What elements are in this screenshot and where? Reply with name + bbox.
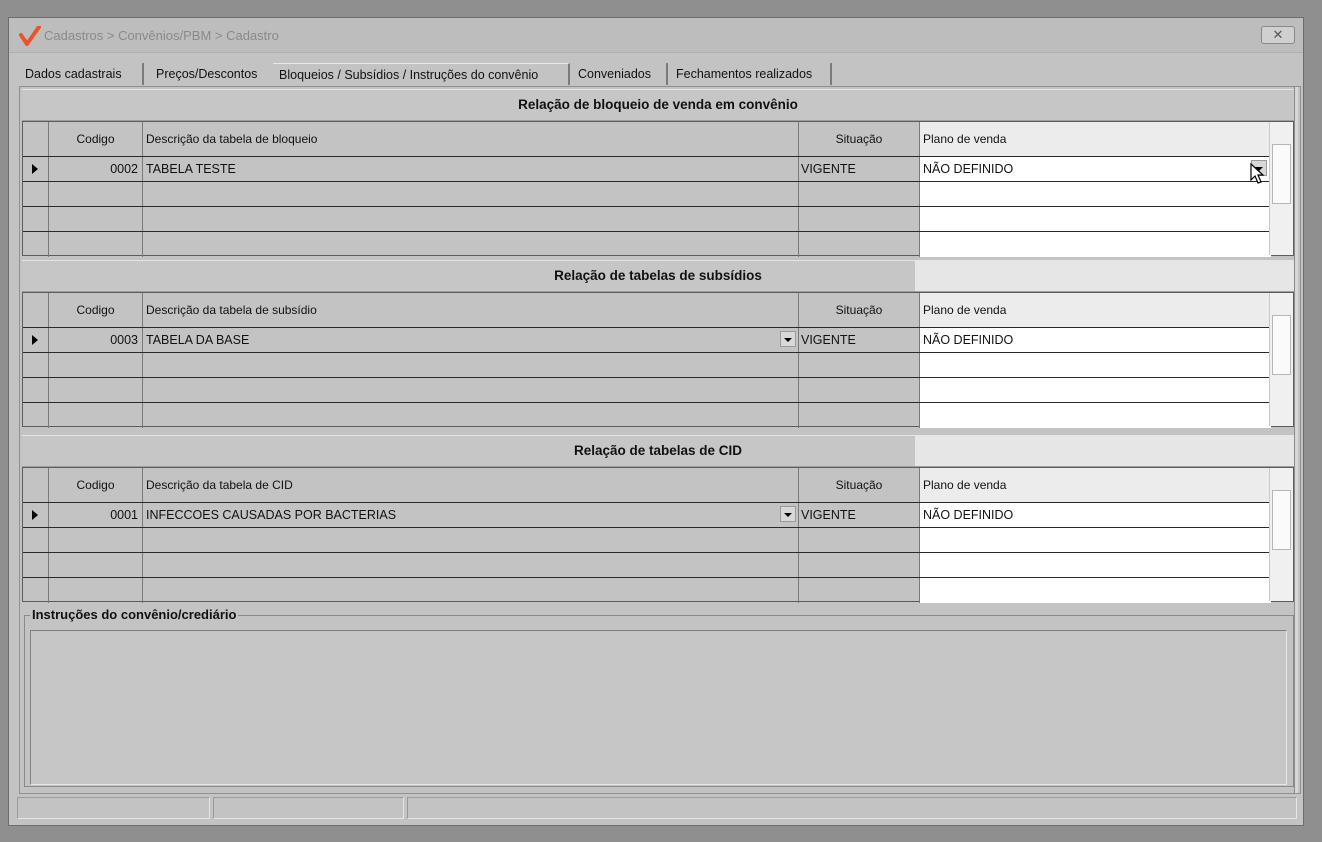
cell-plano[interactable]: NÃO DEFINIDO [920, 157, 1271, 181]
current-row-arrow-icon [32, 335, 38, 345]
row-indicator [23, 503, 49, 527]
title-bar: Cadastros > Convênios/PBM > Cadastro ✕ [9, 18, 1303, 53]
col-codigo[interactable]: Codigo [49, 293, 143, 327]
page-border [1294, 87, 1298, 793]
grid-header: Codigo Descrição da tabela de subsídio S… [23, 293, 1271, 328]
scrollbar-thumb[interactable] [1272, 490, 1291, 550]
grid-subsidios[interactable]: Codigo Descrição da tabela de subsídio S… [22, 292, 1294, 428]
table-row-empty[interactable] [23, 232, 1271, 257]
status-pane-3 [407, 797, 1297, 819]
table-row-empty[interactable] [23, 378, 1271, 403]
section-title-cid: Relação de tabelas de CID [22, 435, 1294, 467]
instructions-label: Instruções do convênio/crediário [30, 607, 239, 622]
cell-plano[interactable]: NÃO DEFINIDO [920, 503, 1271, 527]
app-logo-icon [19, 26, 41, 46]
table-row-empty[interactable] [23, 528, 1271, 553]
window-title: Cadastros > Convênios/PBM > Cadastro [44, 28, 279, 43]
tab-precos-descontos[interactable]: Preços/Descontos [150, 63, 273, 85]
grid-header: Codigo Descrição da tabela de CID Situaç… [23, 468, 1271, 503]
cell-codigo[interactable]: 0002 [49, 157, 143, 181]
grid-bloqueio[interactable]: Codigo Descrição da tabela de bloqueio S… [22, 121, 1294, 257]
col-descricao[interactable]: Descrição da tabela de subsídio [143, 293, 799, 327]
current-row-arrow-icon [32, 164, 38, 174]
grid-scrollbar[interactable] [1269, 468, 1293, 601]
table-row-empty[interactable] [23, 403, 1271, 428]
cell-situacao[interactable]: VIGENTE [799, 328, 920, 352]
scrollbar-thumb[interactable] [1272, 315, 1291, 375]
row-indicator [23, 328, 49, 352]
instructions-textarea[interactable] [30, 630, 1287, 785]
col-plano[interactable]: Plano de venda [920, 293, 1271, 327]
cell-descricao-value: INFECCOES CAUSADAS POR BACTERIAS [146, 508, 397, 522]
table-row[interactable]: 0002 TABELA TESTE VIGENTE NÃO DEFINIDO [23, 157, 1271, 182]
cell-descricao-value: TABELA DA BASE [146, 333, 250, 347]
cell-codigo[interactable]: 0003 [49, 328, 143, 352]
tab-dados-cadastrais[interactable]: Dados cadastrais [19, 63, 144, 85]
section-title-bloqueio: Relação de bloqueio de venda em convênio [22, 89, 1294, 121]
table-row-empty[interactable] [23, 578, 1271, 603]
close-button[interactable]: ✕ [1261, 26, 1295, 44]
status-pane-1 [17, 797, 210, 819]
table-row-empty[interactable] [23, 207, 1271, 232]
current-row-arrow-icon [32, 510, 38, 520]
descricao-dropdown-button[interactable] [780, 506, 796, 522]
row-indicator [23, 157, 49, 181]
table-row[interactable]: 0003 TABELA DA BASE VIGENTE NÃO DEFINIDO [23, 328, 1271, 353]
grid-scrollbar[interactable] [1269, 122, 1293, 255]
tab-bar: Dados cadastrais Preços/Descontos Bloque… [19, 63, 1303, 85]
grid-header: Codigo Descrição da tabela de bloqueio S… [23, 122, 1271, 157]
table-row-empty[interactable] [23, 353, 1271, 378]
col-situacao[interactable]: Situação [799, 122, 920, 156]
grid-cid[interactable]: Codigo Descrição da tabela de CID Situaç… [22, 467, 1294, 603]
cell-descricao[interactable]: TABELA DA BASE [143, 328, 799, 352]
col-plano[interactable]: Plano de venda [920, 468, 1271, 502]
cadastro-window: Cadastros > Convênios/PBM > Cadastro ✕ D… [8, 17, 1304, 826]
grid-scrollbar[interactable] [1269, 293, 1293, 426]
cell-plano-value: NÃO DEFINIDO [923, 162, 1014, 176]
header-indicator [23, 293, 49, 327]
tab-conveniados[interactable]: Conveniados [572, 63, 668, 85]
col-descricao[interactable]: Descrição da tabela de CID [143, 468, 799, 502]
cell-plano[interactable]: NÃO DEFINIDO [920, 328, 1271, 352]
tab-page: Relação de bloqueio de venda em convênio… [19, 86, 1301, 794]
status-bar [17, 797, 1297, 819]
tab-fechamentos-realizados[interactable]: Fechamentos realizados [670, 63, 832, 85]
header-indicator [23, 468, 49, 502]
mouse-cursor-icon [1250, 163, 1265, 184]
status-pane-2 [213, 797, 404, 819]
cell-descricao[interactable]: INFECCOES CAUSADAS POR BACTERIAS [143, 503, 799, 527]
col-descricao[interactable]: Descrição da tabela de bloqueio [143, 122, 799, 156]
cell-codigo[interactable]: 0001 [49, 503, 143, 527]
cell-situacao[interactable]: VIGENTE [799, 503, 920, 527]
instructions-group: Instruções do convênio/crediário [24, 607, 1294, 787]
descricao-dropdown-button[interactable] [780, 331, 796, 347]
col-situacao[interactable]: Situação [799, 468, 920, 502]
tab-bloqueios-subsidios[interactable]: Bloqueios / Subsídios / Instruções do co… [273, 63, 570, 85]
col-codigo[interactable]: Codigo [49, 122, 143, 156]
table-row-empty[interactable] [23, 182, 1271, 207]
cell-descricao[interactable]: TABELA TESTE [143, 157, 799, 181]
col-situacao[interactable]: Situação [799, 293, 920, 327]
cell-situacao[interactable]: VIGENTE [799, 157, 920, 181]
scrollbar-thumb[interactable] [1272, 144, 1291, 204]
col-codigo[interactable]: Codigo [49, 468, 143, 502]
section-title-subsidios: Relação de tabelas de subsídios [22, 260, 1294, 292]
col-plano[interactable]: Plano de venda [920, 122, 1271, 156]
table-row-empty[interactable] [23, 553, 1271, 578]
header-indicator [23, 122, 49, 156]
table-row[interactable]: 0001 INFECCOES CAUSADAS POR BACTERIAS VI… [23, 503, 1271, 528]
